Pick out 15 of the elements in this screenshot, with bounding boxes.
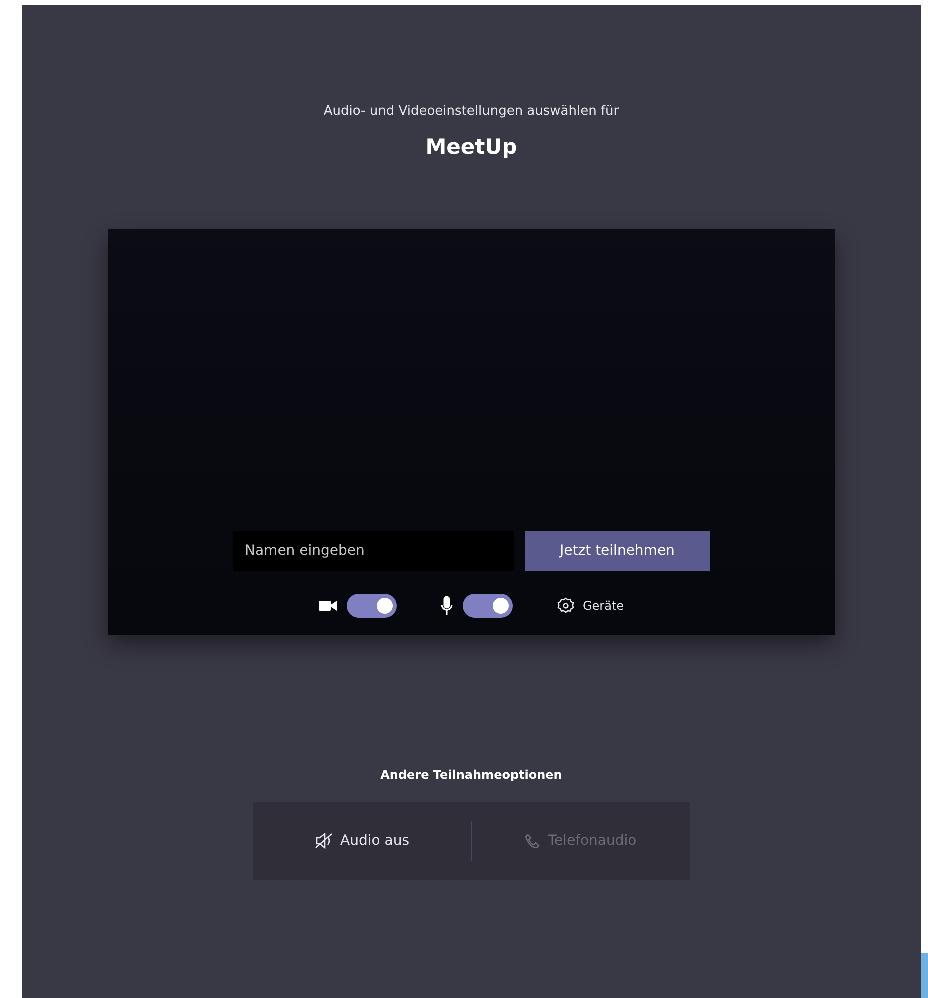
speaker-muted-icon [314, 833, 332, 849]
meeting-title: MeetUp [426, 135, 518, 159]
join-button[interactable]: Jetzt teilnehmen [525, 531, 710, 571]
subtitle: Audio- und Videoeinstellungen auswählen für [324, 104, 620, 119]
toggle-switch[interactable] [462, 594, 513, 618]
option-button[interactable]: Audio aus [253, 802, 471, 880]
microphone-icon [440, 596, 453, 616]
section-heading: Andere Teilnahmeoptionen [380, 768, 562, 782]
name-field[interactable]: Namen eingeben [233, 531, 514, 571]
camera-icon [318, 600, 337, 612]
phone-icon [525, 834, 540, 848]
devices-button[interactable]: Geräte [556, 597, 624, 615]
toggle-switch[interactable] [346, 594, 397, 618]
edge-strip [921, 953, 928, 998]
settings-icon [556, 597, 575, 615]
